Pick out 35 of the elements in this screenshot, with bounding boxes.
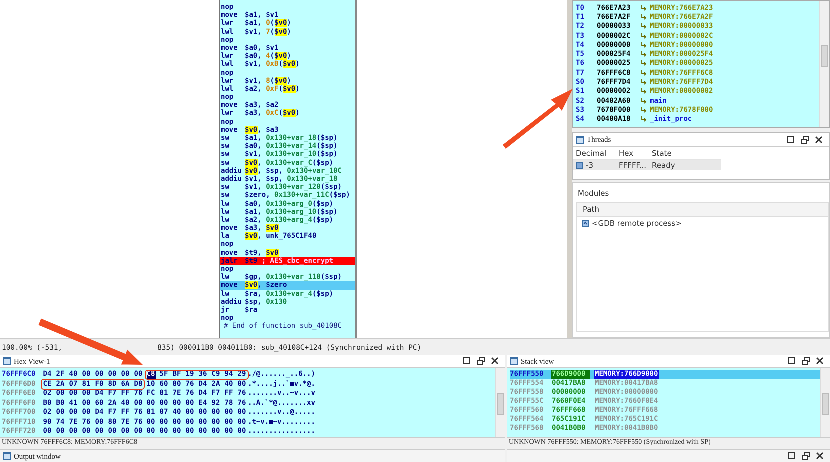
maximize-icon[interactable] <box>463 357 471 366</box>
maximize-icon[interactable] <box>787 136 795 144</box>
maximize-icon[interactable] <box>788 452 796 460</box>
module-icon <box>582 220 589 226</box>
pointer-icon <box>641 42 647 48</box>
scrollbar[interactable] <box>819 1 829 127</box>
restore-icon[interactable] <box>802 452 810 460</box>
restore-icon[interactable] <box>801 136 809 144</box>
window-icon <box>576 136 584 144</box>
pointer-icon <box>641 14 647 20</box>
annotation-arrow <box>503 89 573 149</box>
pointer-icon <box>641 79 647 86</box>
restore-icon[interactable] <box>802 357 810 366</box>
pointer-icon <box>641 51 647 58</box>
pointer-icon <box>641 23 647 30</box>
close-icon[interactable] <box>815 136 823 144</box>
window-icon <box>3 452 11 460</box>
pointer-icon <box>641 116 647 122</box>
pointer-icon <box>641 4 647 11</box>
restore-icon[interactable] <box>477 357 485 366</box>
thread-icon <box>576 162 583 168</box>
pointer-icon <box>641 88 647 94</box>
pointer-icon <box>641 98 647 104</box>
window-icon <box>3 357 11 366</box>
scrollbar[interactable] <box>820 368 830 438</box>
pointer-icon <box>641 106 647 113</box>
maximize-icon[interactable] <box>788 357 796 366</box>
pointer-icon <box>641 32 647 39</box>
pointer-icon <box>641 60 647 66</box>
window-icon <box>510 357 518 366</box>
scrollbar[interactable] <box>495 368 505 438</box>
pointer-icon <box>641 70 647 76</box>
close-icon[interactable] <box>491 357 499 366</box>
close-icon[interactable] <box>816 357 824 366</box>
close-icon[interactable] <box>816 452 824 460</box>
